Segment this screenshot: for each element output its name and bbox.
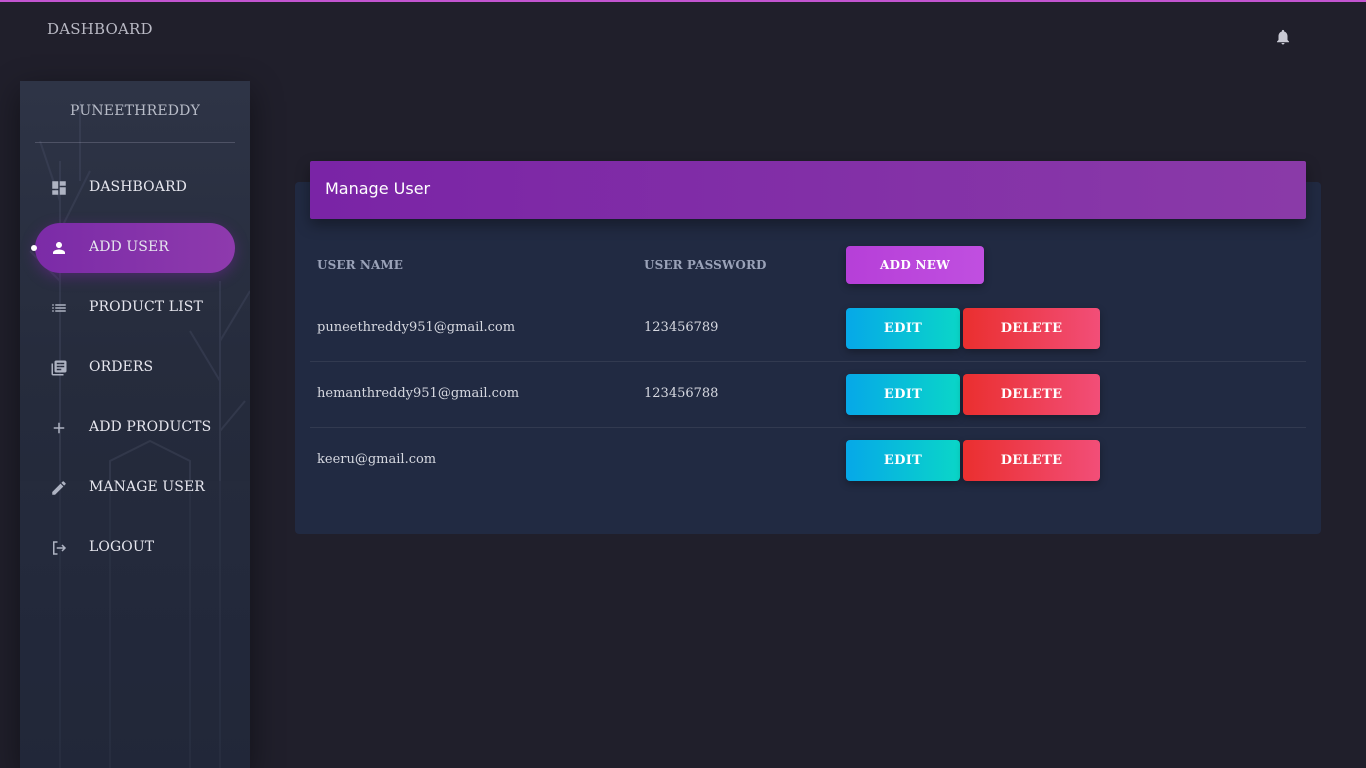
sidebar-item-label: ORDERS [89,359,154,375]
add-new-button[interactable]: ADD NEW [846,246,984,284]
sidebar: PUNEETHREDDY DASHBOARD ADD USER PRODUCT … [20,81,250,768]
sidebar-item-dashboard[interactable]: DASHBOARD [35,163,235,213]
sidebar-item-add-products[interactable]: ADD PRODUCTS [35,403,235,453]
row-username: hemanthreddy951@gmail.com [317,386,520,401]
edit-button[interactable]: EDIT [846,440,960,481]
sidebar-item-label: ADD USER [89,239,169,255]
navbar-brand[interactable]: DASHBOARD [47,20,153,38]
plus-icon [50,419,68,437]
top-accent-line [0,0,1366,2]
sidebar-item-label: PRODUCT LIST [89,299,203,315]
row-username: keeru@gmail.com [317,452,437,467]
sidebar-item-orders[interactable]: ORDERS [35,343,235,393]
delete-button[interactable]: DELETE [963,374,1100,415]
sidebar-item-label: DASHBOARD [89,179,187,195]
person-icon [50,239,68,257]
list-icon [50,299,68,317]
sidebar-item-manage-user[interactable]: MANAGE USER [35,463,235,513]
active-indicator-dot [31,245,37,251]
sidebar-item-add-user[interactable]: ADD USER [35,223,235,273]
manage-user-card [295,182,1321,534]
sidebar-item-logout[interactable]: LOGOUT [35,523,235,573]
card-header: Manage User [310,161,1306,219]
delete-button[interactable]: DELETE [963,440,1100,481]
sidebar-item-label: ADD PRODUCTS [89,419,212,435]
edit-button[interactable]: EDIT [846,374,960,415]
row-password: 123456789 [644,320,719,335]
row-username: puneethreddy951@gmail.com [317,320,516,335]
sidebar-item-product-list[interactable]: PRODUCT LIST [35,283,235,333]
sidebar-item-label: MANAGE USER [89,479,205,495]
row-divider [310,361,1306,362]
column-header-username: USER NAME [317,258,404,272]
edit-button[interactable]: EDIT [846,308,960,349]
row-divider [310,427,1306,428]
dashboard-grid-icon [50,179,68,197]
column-header-password: USER PASSWORD [644,258,767,272]
sidebar-divider [35,142,235,143]
delete-button[interactable]: DELETE [963,308,1100,349]
bell-icon[interactable] [1274,28,1292,46]
logout-icon [50,539,68,557]
card-title: Manage User [325,179,431,198]
library-books-icon [50,359,68,377]
row-password: 123456788 [644,386,719,401]
pencil-icon [50,479,68,497]
sidebar-item-label: LOGOUT [89,539,155,555]
sidebar-username[interactable]: PUNEETHREDDY [20,103,250,119]
